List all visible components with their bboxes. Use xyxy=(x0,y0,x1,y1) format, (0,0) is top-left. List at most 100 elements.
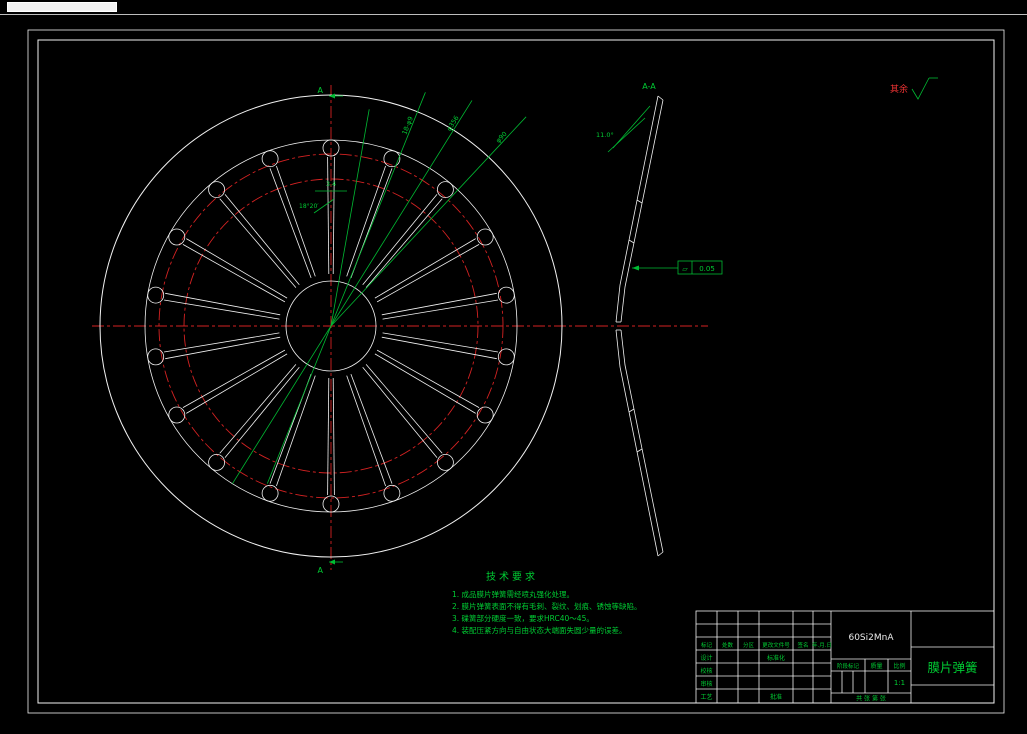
slot-end-hole xyxy=(436,181,454,199)
section-view: A-A 11.0° ▱ 0.05 xyxy=(596,82,723,557)
tech-requirement-item: 4. 装配压紧方向与自由状态大端面失圆少量的误差。 xyxy=(452,625,627,635)
slot-edge xyxy=(276,375,316,487)
dimension-leader-line xyxy=(330,109,370,327)
stage-label: 阶段标记 xyxy=(837,662,860,670)
slot-edge xyxy=(381,292,497,316)
slot-end-hole xyxy=(168,228,186,246)
slot-edge xyxy=(365,198,443,288)
scale-value: 1:1 xyxy=(894,679,905,687)
section-markers: A A xyxy=(318,86,343,575)
slot-edge xyxy=(182,349,286,408)
revision-header: 处数 xyxy=(722,641,734,649)
revision-header: 年.月.日 xyxy=(812,641,832,649)
role-label-standard: 标准化 xyxy=(767,654,785,662)
radial-dimension-label: 18-φ9 xyxy=(400,115,415,136)
slot-end-hole xyxy=(168,406,186,424)
slot-end-hole xyxy=(208,453,226,471)
revision-header: 签名 xyxy=(797,641,808,649)
tech-requirements-title: 技术要求 xyxy=(486,570,538,583)
revision-header: 标记 xyxy=(701,641,713,649)
slot-end-hole xyxy=(147,286,165,304)
slot-edge xyxy=(276,165,316,277)
slot-edge xyxy=(182,244,286,303)
slot-end-hole xyxy=(476,228,494,246)
slot-edge xyxy=(219,198,297,288)
tolerance-arrowhead-icon xyxy=(632,265,639,271)
slot-edge xyxy=(382,299,499,320)
radial-dimension-label: φ356 xyxy=(445,114,461,132)
part-name: 膜片弹簧 xyxy=(927,660,977,675)
hole-section-tick xyxy=(628,239,635,244)
role-label-design: 设计 xyxy=(700,654,712,662)
section-marker-bottom: A xyxy=(318,566,324,575)
slot-end-hole xyxy=(383,484,401,502)
slot-edge xyxy=(163,299,280,320)
slot-edge xyxy=(376,349,480,408)
section-inner-edge-lower xyxy=(620,329,664,553)
slot-edge xyxy=(346,165,386,277)
drawing-sheet[interactable]: 18-φ9 φ356 φ90 3.4 18°20′ A A A-A 11.0° ▱… xyxy=(0,0,1027,734)
flatness-symbol-icon: ▱ xyxy=(682,265,688,273)
section-view-title: A-A xyxy=(642,82,656,91)
generated-geometry: 18-φ9 φ356 φ90 xyxy=(147,92,527,513)
slot-edge xyxy=(165,336,281,360)
radial-dimension-label: φ90 xyxy=(494,130,508,145)
slot-edge xyxy=(362,366,438,458)
slot-edge xyxy=(219,364,297,454)
scale-label: 比例 xyxy=(893,662,905,670)
slot-edge xyxy=(327,156,330,275)
tech-requirement-item: 3. 碟簧部分硬度一致，要求HRC40～45。 xyxy=(452,613,594,623)
tech-requirements: 技术要求 1. 成品膜片弹簧需经喷丸强化处理。 2. 膜片弹簧表面不得有毛刺、裂… xyxy=(452,570,642,635)
slot-edge xyxy=(224,194,300,286)
flatness-value: 0.05 xyxy=(699,265,715,273)
section-outer-edge-upper xyxy=(615,95,659,323)
title-block-material: 60Si2MnA xyxy=(848,633,894,643)
role-label-audit: 审核 xyxy=(700,680,712,688)
hole-section-tick xyxy=(636,448,643,453)
section-marker-top: A xyxy=(318,86,324,95)
dimension-leader-line xyxy=(232,100,473,484)
slot-end-hole xyxy=(497,348,515,366)
tech-requirement-item: 1. 成品膜片弹簧需经喷丸强化处理。 xyxy=(452,589,574,599)
section-arrowhead-top-icon xyxy=(329,93,335,99)
cad-canvas[interactable]: 18-φ9 φ356 φ90 3.4 18°20′ A A A-A 11.0° … xyxy=(0,0,1027,734)
hub-dimensions: 3.4 18°20′ xyxy=(299,180,347,214)
angle-leader-line xyxy=(612,105,651,149)
mass-label: 质量 xyxy=(870,662,882,670)
slot-edge xyxy=(376,244,480,303)
slot-edge xyxy=(327,377,330,496)
tech-requirement-item: 2. 膜片弹簧表面不得有毛刺、裂纹、划痕、锈蚀等缺陷。 xyxy=(452,601,642,611)
role-label-check: 校核 xyxy=(700,667,712,675)
surface-finish-note: 其余 xyxy=(890,77,938,100)
slot-end-hole xyxy=(261,150,279,168)
revision-header: 分区 xyxy=(743,641,755,649)
slot-edge xyxy=(374,238,476,299)
slot-width-dim-label: 3.4 xyxy=(326,180,336,188)
surface-note-label: 其余 xyxy=(890,83,908,95)
slot-edge xyxy=(332,156,335,275)
slot-edge xyxy=(224,366,300,458)
slot-end-hole xyxy=(261,484,279,502)
section-outer-edge-lower xyxy=(615,329,659,557)
section-arrowhead-bottom-icon xyxy=(329,559,335,565)
slot-angle-dim-label: 18°20′ xyxy=(299,203,319,210)
slot-edge xyxy=(346,375,386,487)
slot-edge xyxy=(381,336,497,360)
hole-section-tick xyxy=(628,408,635,413)
slot-edge xyxy=(374,353,476,414)
slot-edge xyxy=(163,332,280,353)
dimension-leader-line xyxy=(330,116,527,327)
slot-end-hole xyxy=(383,150,401,168)
role-label-process: 工艺 xyxy=(700,693,712,701)
hole-section-tick xyxy=(636,199,643,204)
title-block: 标记 处数 分区 更改文件号 签名 年.月.日 设计 校核 审核 工艺 标准化 … xyxy=(695,610,995,704)
roughness-icon xyxy=(911,77,930,100)
slot-edge xyxy=(332,377,335,496)
slot-edge xyxy=(365,364,443,454)
slot-edge xyxy=(186,238,288,299)
slot-end-hole xyxy=(436,453,454,471)
slot-edge xyxy=(382,332,499,353)
slot-edge xyxy=(362,194,438,286)
cone-angle-label: 11.0° xyxy=(596,131,614,139)
slot-edge xyxy=(186,353,288,414)
